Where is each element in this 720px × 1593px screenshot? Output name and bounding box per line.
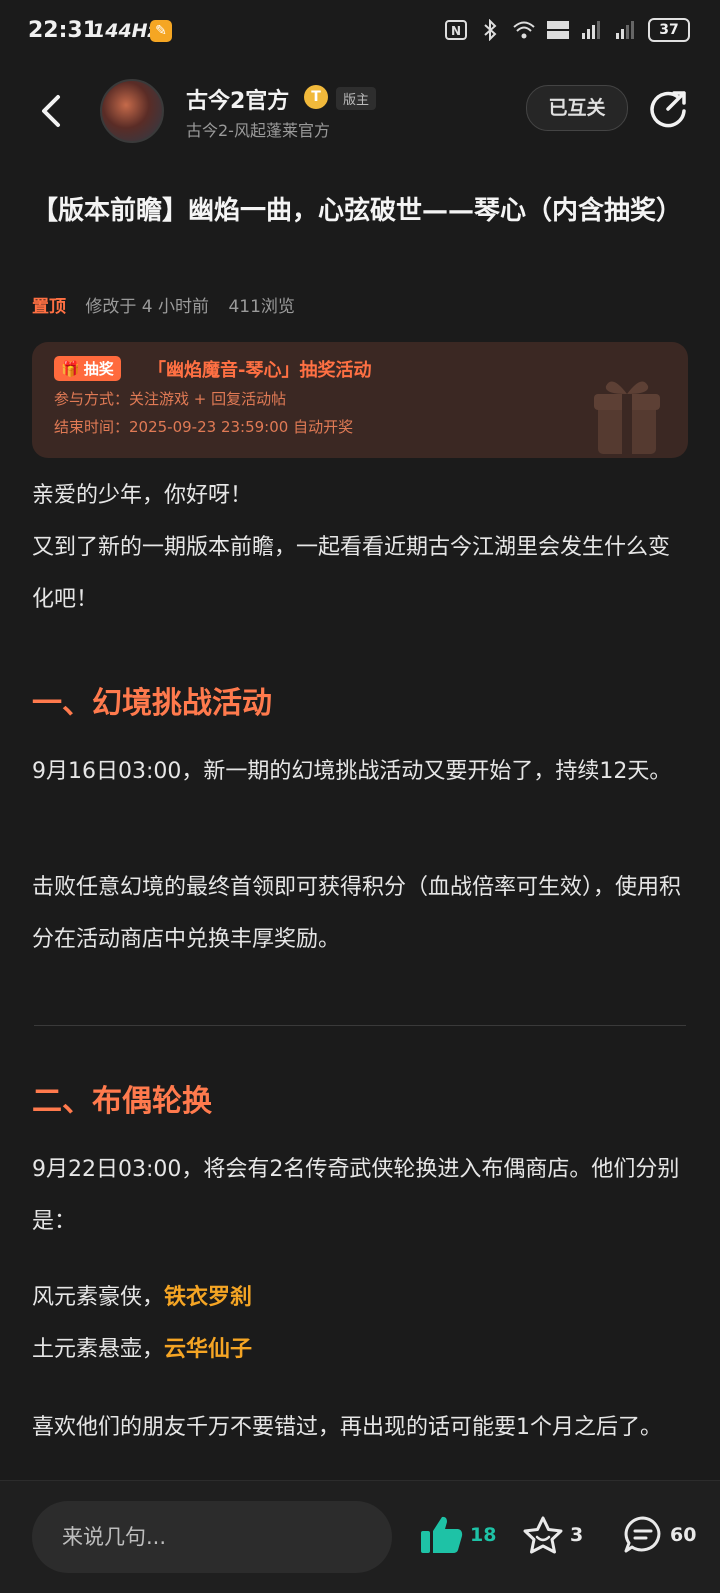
section1-paragraph1: 9月16日03:00，新一期的幻境挑战活动又要开始了，持续12天。 [32, 759, 672, 784]
author-name[interactable]: 古今2官方 [186, 83, 289, 115]
favorite-count: 3 [570, 1524, 584, 1546]
wifi-icon [513, 21, 535, 39]
lottery-participation: 参与方式：关注游戏 + 回复活动帖 [54, 390, 287, 408]
lottery-tag-label: 抽奖 [83, 360, 114, 378]
comment-button[interactable]: 60 [622, 1515, 696, 1555]
hero2-line: 土元素悬壶，云华仙子 [32, 1324, 688, 1376]
divider [34, 1025, 686, 1026]
post-title: 【版本前瞻】幽焰一曲，心弦破世——琴心（内含抽奖） [32, 196, 683, 226]
section2-paragraph1: 9月22日03:00，将会有2名传奇武侠轮换进入布偶商店。他们分别是： [32, 1157, 680, 1234]
lottery-end-time: 结束时间：2025-09-23 23:59:00 自动开奖 [54, 418, 354, 436]
refresh-rate: 144Hz [92, 20, 159, 42]
battery-indicator: 37 [648, 18, 690, 42]
comment-icon [624, 1516, 661, 1553]
section1-paragraph2: 击败任意幻境的最终首领即可获得积分（血战倍率可生效），使用积分在活动商店中兑换丰… [32, 875, 682, 952]
section2-heading: 二、布偶轮换 [32, 1084, 212, 1119]
share-icon[interactable] [648, 89, 688, 129]
like-count: 18 [470, 1524, 497, 1546]
modified-time: 修改于 4 小时前 [85, 297, 210, 317]
hero1-prefix: 风元素豪侠， [32, 1285, 165, 1310]
follow-button[interactable]: 已互关 [526, 85, 628, 131]
gift-small-icon: 🎁 [61, 359, 80, 378]
hero2-name: 云华仙子 [164, 1337, 253, 1362]
lottery-card[interactable]: 🎁 抽奖 「幽焰魔音-琴心」抽奖活动 参与方式：关注游戏 + 回复活动帖 结束时… [32, 342, 688, 458]
lottery-tag: 🎁 抽奖 [54, 356, 121, 381]
status-bar: 22:31 144Hz ✎ N 37 [0, 0, 720, 64]
hero2-prefix: 土元素悬壶， [32, 1337, 165, 1362]
nfc-icon: N [445, 20, 467, 40]
favorite-button[interactable]: 3 [522, 1515, 583, 1555]
greeting-text: 亲爱的少年，你好呀！ [32, 483, 253, 508]
pinned-tag: 置顶 [32, 297, 66, 317]
like-button[interactable]: 18 [420, 1515, 496, 1555]
thumbs-up-icon [421, 1516, 463, 1553]
star-icon [523, 1516, 563, 1554]
author-subtitle: 古今2-风起蓬莱官方 [186, 121, 330, 140]
bluetooth-icon [484, 19, 497, 41]
section2-paragraph2: 喜欢他们的朋友千万不要错过，再出现的话可能要1个月之后了。 [32, 1415, 662, 1440]
signal-icon [582, 21, 600, 39]
hero1-name: 铁衣罗刹 [164, 1285, 253, 1310]
author-avatar[interactable] [100, 79, 164, 143]
post-meta: 置顶 修改于 4 小时前 411浏览 [32, 292, 295, 317]
notification-app-icon: ✎ [150, 20, 172, 42]
svg-text:N: N [451, 24, 461, 38]
comment-count: 60 [670, 1524, 697, 1546]
vip-badge: T [304, 85, 328, 109]
hero1-line: 风元素豪侠，铁衣罗刹 [32, 1272, 688, 1324]
bottom-action-bar: 来说几句... 18 3 60 [0, 1480, 720, 1593]
post-header: 古今2官方 T 版主 古今2-风起蓬莱官方 已互关 [0, 75, 720, 155]
section1-heading: 一、幻境挑战活动 [32, 686, 272, 721]
status-icons: N 37 [444, 18, 690, 42]
gift-icon [594, 381, 660, 454]
signal-icon-2 [616, 21, 634, 39]
view-count: 411浏览 [228, 297, 295, 317]
comment-input[interactable]: 来说几句... [32, 1501, 392, 1573]
status-time: 22:31 [28, 18, 99, 43]
back-button[interactable] [34, 91, 68, 131]
hd-icon [547, 21, 569, 39]
lottery-title: 「幽焰魔音-琴心」抽奖活动 [148, 360, 372, 381]
moderator-badge: 版主 [336, 87, 377, 110]
intro-text: 又到了新的一期版本前瞻，一起看看近期古今江湖里会发生什么变化吧！ [32, 535, 671, 612]
